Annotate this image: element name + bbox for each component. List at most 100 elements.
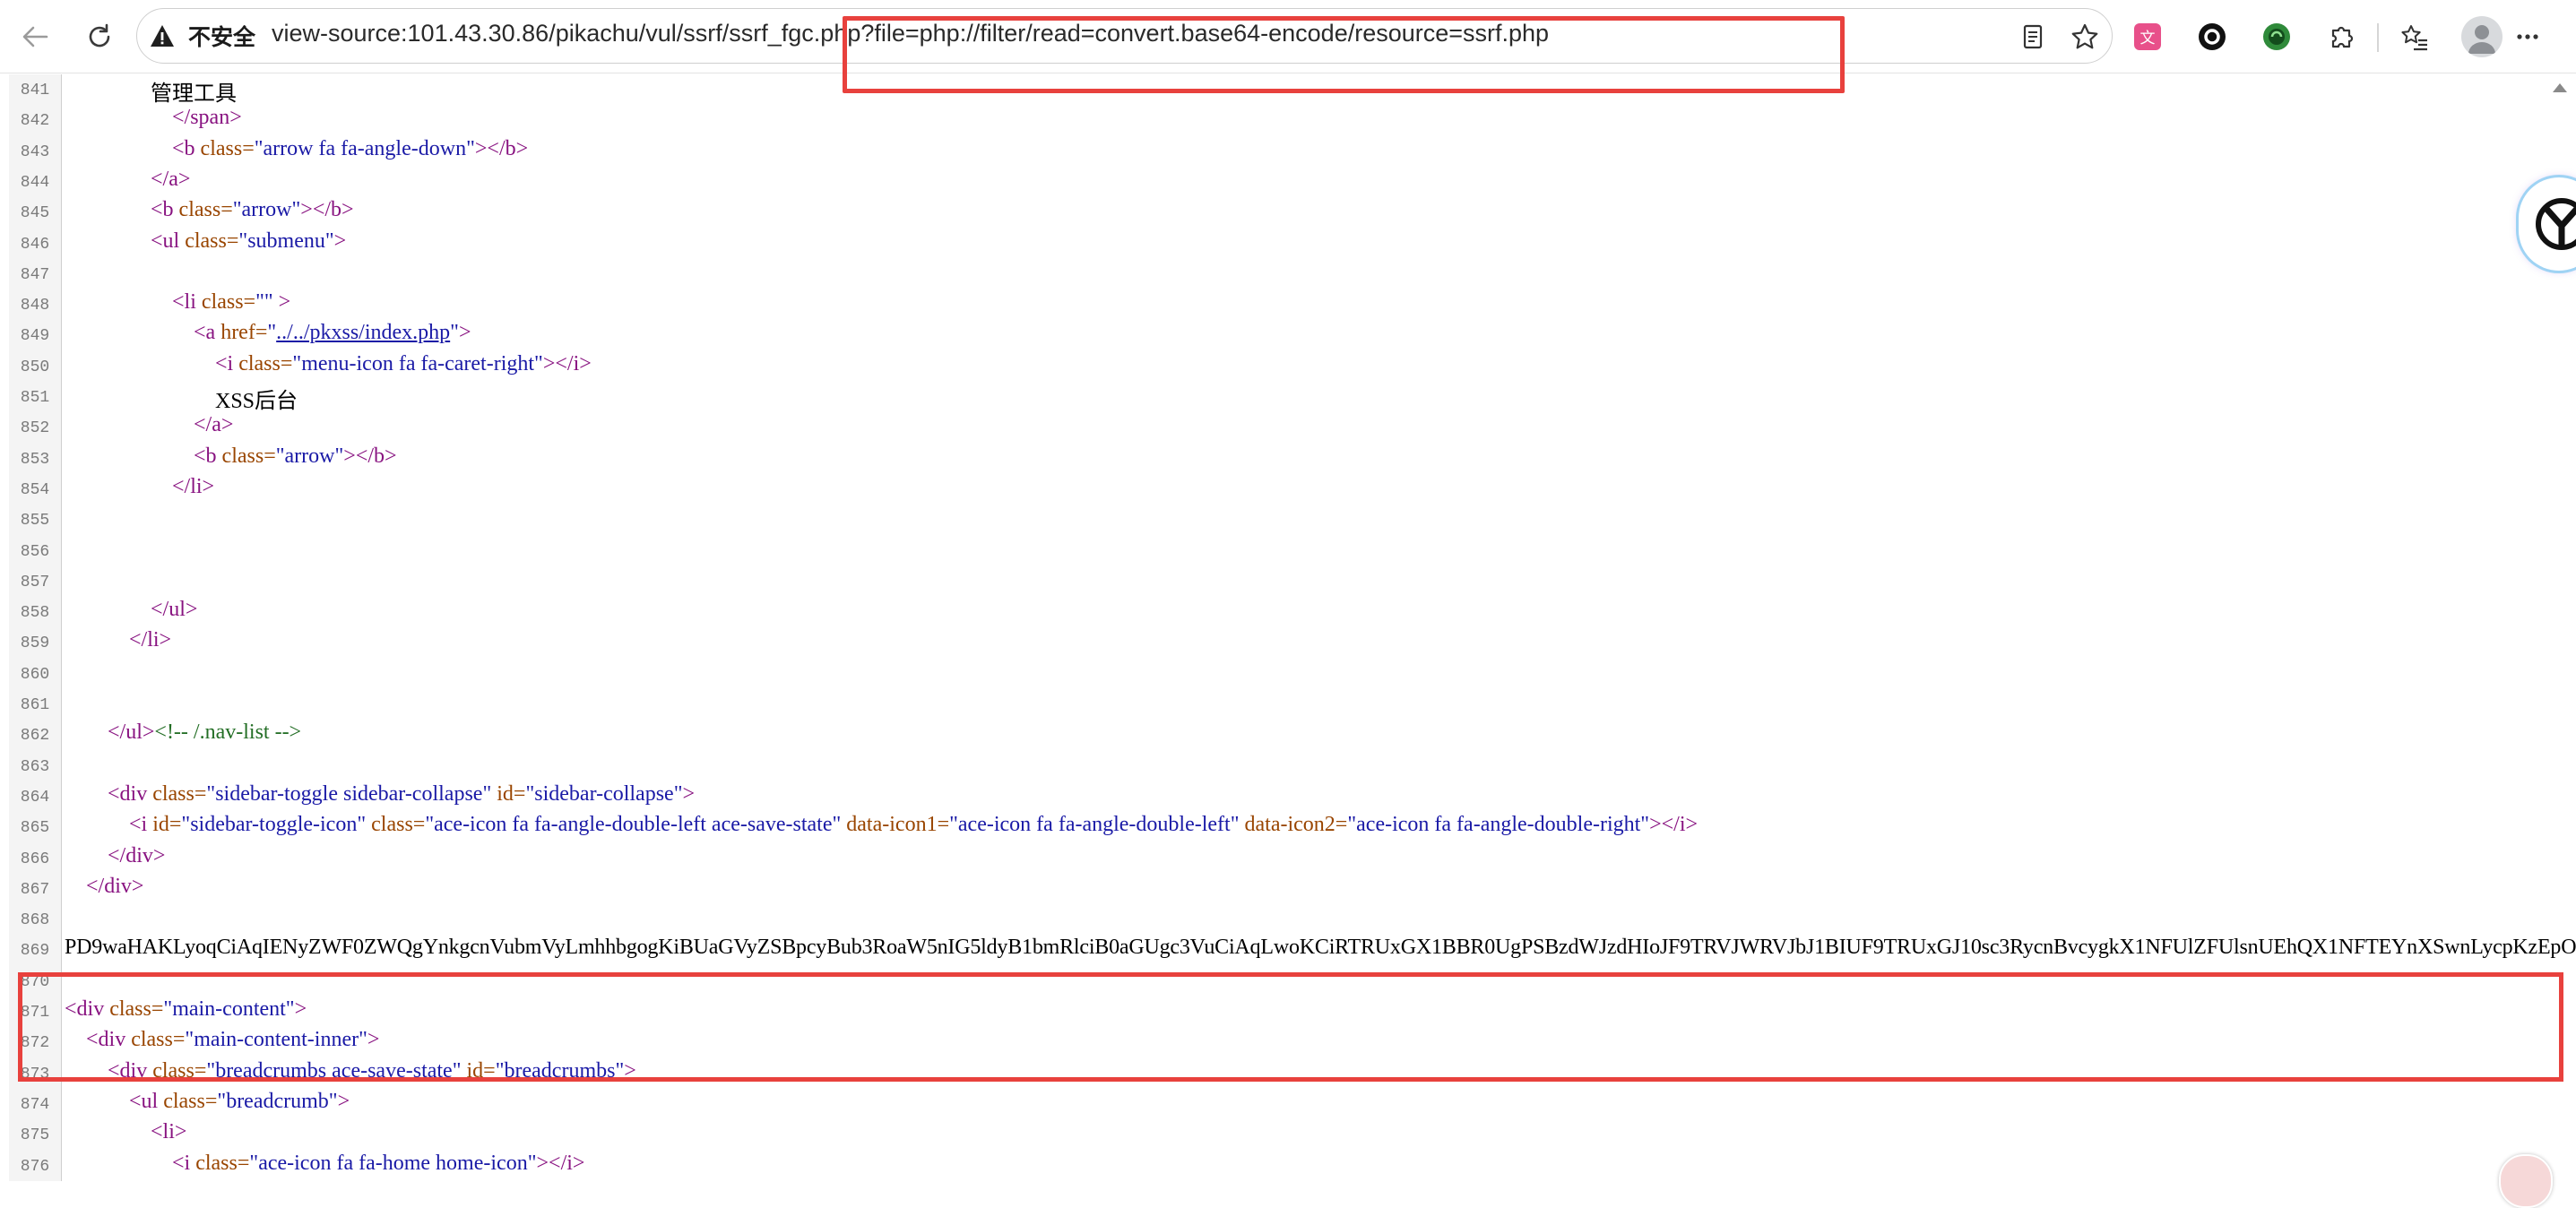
- source-line: 869PD9waHAKLyoqCiAqIENyZWF0ZWQgYnkgcnVub…: [0, 935, 2576, 965]
- line-code: <ul class="breadcrumb">: [65, 1090, 350, 1114]
- html-tag-token: ></i>: [1649, 813, 1698, 836]
- line-number: 852: [9, 419, 61, 437]
- html-tag-token: <b: [172, 137, 201, 160]
- attribute-value-token: "menu-icon fa fa-caret-right": [292, 352, 542, 375]
- comment-token: <!-- /.nav-list -->: [154, 720, 301, 744]
- source-line: 847: [0, 259, 2576, 289]
- html-tag-token: <b: [151, 198, 179, 221]
- scroll-up-arrow-icon[interactable]: [2553, 83, 2567, 92]
- puzzle-extensions-icon[interactable]: [2321, 17, 2361, 56]
- attribute-token: class=: [202, 290, 255, 314]
- source-line: 874 <ul class="breadcrumb">: [0, 1089, 2576, 1119]
- attribute-value-token: "arrow": [233, 198, 301, 221]
- source-line: 850 <i class="menu-icon fa fa-caret-righ…: [0, 351, 2576, 382]
- back-arrow-icon[interactable]: [15, 17, 55, 56]
- base64-output: PD9waHAKLyoqCiAqIENyZWF0ZWQgYnkgcnVubmVy…: [65, 936, 2576, 959]
- line-code: </li>: [65, 475, 214, 499]
- attribute-value-token: "ace-icon fa fa-angle-double-right": [1347, 813, 1649, 836]
- source-line: 861: [0, 689, 2576, 720]
- source-link[interactable]: ../../pkxss/index.php: [276, 321, 450, 344]
- source-line: 853 <b class="arrow"></b>: [0, 444, 2576, 474]
- line-indent: [65, 198, 151, 221]
- source-line: 849 <a href="../../pkxss/index.php">: [0, 320, 2576, 350]
- record-extension-icon[interactable]: [2192, 17, 2232, 56]
- favorites-list-icon[interactable]: [2395, 17, 2434, 56]
- source-line: 851 XSS后台: [0, 382, 2576, 412]
- attribute-value-token: "sidebar-toggle-icon": [181, 813, 366, 836]
- line-code: <ul class="submenu">: [65, 229, 346, 254]
- source-line: 852 </a>: [0, 412, 2576, 443]
- source-line: 846 <ul class="submenu">: [0, 229, 2576, 259]
- line-indent: [65, 875, 86, 898]
- line-indent: [65, 628, 129, 651]
- html-tag-token: <ul: [151, 229, 185, 253]
- attribute-value-token: ": [450, 321, 459, 344]
- html-tag-token: <li>: [151, 1120, 186, 1143]
- source-line: 845 <b class="arrow"></b>: [0, 197, 2576, 228]
- attribute-token: class=: [179, 198, 233, 221]
- source-line: 856: [0, 536, 2576, 566]
- line-indent: [65, 813, 129, 836]
- source-line: 844 </a>: [0, 167, 2576, 197]
- line-indent: [65, 168, 151, 191]
- line-indent: [65, 137, 172, 160]
- line-number: 869: [9, 942, 61, 960]
- attribute-value-token: "arrow": [276, 444, 344, 468]
- line-code: <div class="sidebar-toggle sidebar-colla…: [65, 782, 695, 807]
- source-line: 855: [0, 505, 2576, 535]
- line-number: 855: [9, 512, 61, 530]
- line-code: <a href="../../pkxss/index.php">: [65, 321, 471, 345]
- html-tag-token: </a>: [151, 168, 190, 191]
- line-indent: [65, 598, 151, 621]
- attribute-token: class=: [185, 229, 238, 253]
- translate-extension-icon[interactable]: 文: [2128, 17, 2167, 56]
- line-indent: [65, 290, 172, 314]
- line-code: </ul><!-- /.nav-list -->: [65, 720, 301, 745]
- attribute-value-token: "submenu": [238, 229, 333, 253]
- source-line: 875 <li>: [0, 1119, 2576, 1150]
- toolbar-divider: [2377, 23, 2379, 52]
- warning-icon[interactable]: [149, 22, 176, 49]
- attribute-value-token: ": [267, 321, 276, 344]
- line-code: </ul>: [65, 598, 197, 622]
- more-menu-icon[interactable]: [2508, 17, 2547, 56]
- source-line: 843 <b class="arrow fa fa-angle-down"></…: [0, 136, 2576, 167]
- reader-mode-icon[interactable]: [2013, 17, 2053, 56]
- line-number: 863: [9, 758, 61, 776]
- page-source-view: 841 管理工具842 </span>843 <b class="arrow f…: [0, 74, 2576, 1181]
- line-code: <b class="arrow"></b>: [65, 198, 354, 222]
- html-tag-token: ></b>: [300, 198, 353, 221]
- profile-avatar-icon[interactable]: [2461, 16, 2503, 57]
- line-indent: [65, 444, 194, 468]
- line-number: 858: [9, 604, 61, 622]
- html-tag-token: </ul>: [108, 720, 154, 744]
- attribute-token: id=: [152, 813, 181, 836]
- line-number: 860: [9, 666, 61, 684]
- html-tag-token: >: [459, 321, 471, 344]
- text-token: 管理工具: [151, 82, 237, 106]
- green-extension-icon[interactable]: [2257, 17, 2296, 56]
- html-tag-token: <ul: [129, 1090, 163, 1113]
- line-code: <li>: [65, 1120, 186, 1144]
- line-number: 867: [9, 881, 61, 899]
- html-tag-token: ></i>: [537, 1152, 585, 1175]
- line-code: <b class="arrow"></b>: [65, 444, 397, 469]
- floating-assistant-icon[interactable]: [2519, 177, 2576, 271]
- line-number: 862: [9, 727, 61, 745]
- html-tag-token: <div: [108, 782, 152, 806]
- source-line: 842 </span>: [0, 105, 2576, 135]
- line-number: 846: [9, 236, 61, 254]
- html-tag-token: >: [338, 1090, 350, 1113]
- attribute-token: data-icon1=: [841, 813, 949, 836]
- reload-icon[interactable]: [80, 17, 119, 56]
- line-code: </div>: [65, 844, 165, 868]
- source-line: 858 </ul>: [0, 597, 2576, 627]
- helper-avatar-icon[interactable]: [2499, 1154, 2553, 1208]
- line-code: 管理工具: [65, 75, 237, 107]
- line-indent: [65, 229, 151, 253]
- attribute-value-token: "arrow fa fa-angle-down": [255, 137, 475, 160]
- line-number: 848: [9, 297, 61, 315]
- line-code: <i id="sidebar-toggle-icon" class="ace-i…: [65, 813, 1698, 837]
- security-status-label[interactable]: 不安全: [188, 20, 255, 52]
- star-icon[interactable]: [2065, 17, 2105, 56]
